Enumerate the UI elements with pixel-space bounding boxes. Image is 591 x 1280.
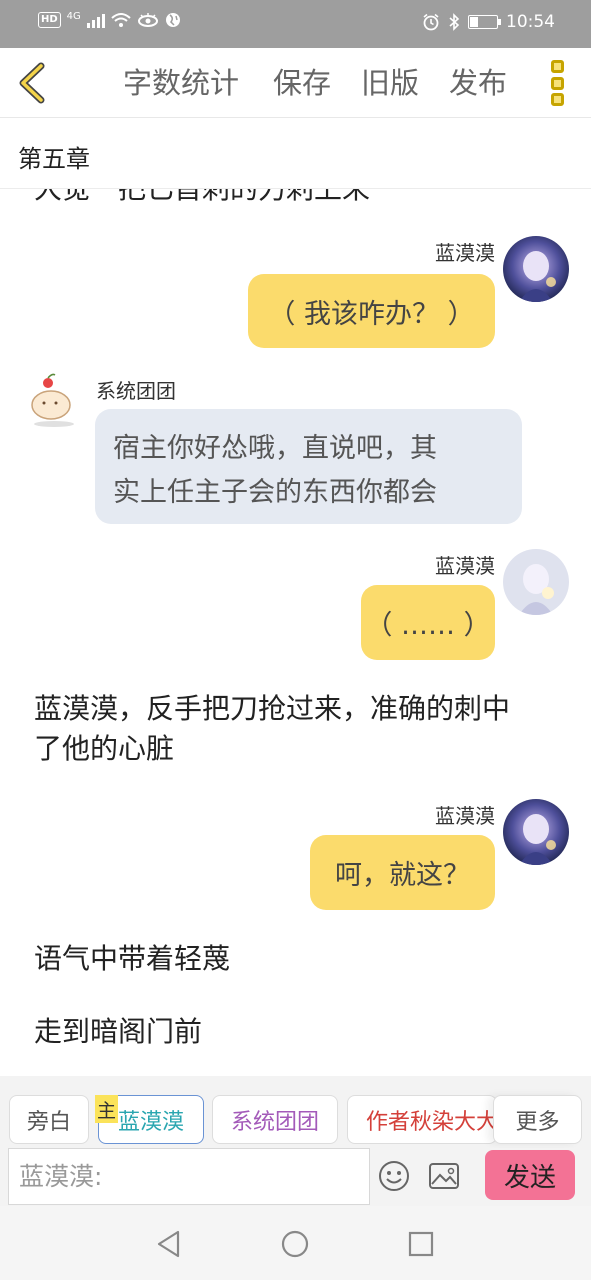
publish-button[interactable]: 发布	[449, 64, 507, 102]
nav-home-icon[interactable]	[281, 1230, 309, 1258]
old-version-button[interactable]: 旧版	[361, 64, 419, 102]
message-bubble[interactable]: （ …… ）	[361, 585, 495, 660]
save-button[interactable]: 保存	[273, 64, 331, 102]
sender-name: 蓝漠漠	[435, 554, 495, 578]
globe-icon	[165, 13, 180, 27]
eye-icon	[137, 13, 158, 27]
role-narrator-button[interactable]: 旁白	[9, 1095, 89, 1144]
chapter-title[interactable]: 第五章	[18, 139, 90, 174]
sender-name: 蓝漠漠	[435, 241, 495, 265]
back-chevron-icon[interactable]	[14, 60, 50, 106]
avatar-lan-faded[interactable]	[503, 549, 569, 615]
editor-toolbar: 字数统计 保存 旧版 发布	[0, 48, 591, 118]
wifi-icon	[111, 13, 131, 27]
chapter-header: 第五章	[0, 119, 591, 189]
nav-back-icon[interactable]	[156, 1230, 182, 1258]
avatar-lan[interactable]	[503, 236, 569, 302]
sender-name: 系统团团	[96, 379, 176, 403]
narration-line: 走到暗阁门前	[34, 1015, 203, 1048]
alarm-icon	[423, 13, 439, 31]
role-selector: 旁白 蓝漠漠 系统团团 作者秋染大大 更多	[0, 1076, 591, 1148]
more-roles-button[interactable]: 更多	[493, 1095, 582, 1144]
send-button[interactable]: 发送	[485, 1150, 575, 1200]
narration-block[interactable]: 蓝漠漠，反手把刀抢过来，准确的刺中 了他的心脏	[34, 689, 510, 769]
image-icon[interactable]	[428, 1162, 460, 1190]
word-count-button[interactable]: 字数统计	[123, 64, 239, 102]
story-content[interactable]: 大觉一把匕首刺的力刺上来 蓝漠漠 （ 我该咋办？ ） 系统团团 宿主你好怂哦，直…	[0, 189, 591, 1075]
message-bubble[interactable]: 呵，就这？	[310, 835, 495, 910]
narration-block[interactable]: 语气中带着轻蔑	[34, 939, 230, 979]
network-type-label: 4G	[66, 10, 81, 22]
signal-icon	[86, 12, 105, 28]
main-character-badge: 主	[95, 1095, 118, 1123]
more-menu-icon[interactable]	[551, 60, 567, 106]
hd-icon: HD	[38, 12, 61, 28]
message-bubble[interactable]: （ 我该咋办？ ）	[248, 274, 495, 348]
emoji-icon[interactable]	[378, 1160, 410, 1192]
partial-narration-line: 大觉一把匕首刺的力刺上来	[34, 189, 370, 207]
status-bar: HD 4G 10:54	[0, 0, 591, 48]
message-line: 宿主你好怂哦，直说吧，其	[113, 433, 437, 464]
narration-line: 蓝漠漠，反手把刀抢过来，准确的刺中	[34, 692, 511, 725]
message-bubble[interactable]: 宿主你好怂哦，直说吧，其 实上任主子会的东西你都会	[95, 409, 522, 524]
sender-name: 蓝漠漠	[435, 804, 495, 828]
status-left: HD 4G	[38, 10, 181, 28]
nav-recent-apps-icon[interactable]	[408, 1231, 434, 1257]
clock-time: 10:54	[506, 12, 555, 32]
input-bar: 发送	[0, 1148, 591, 1206]
status-right: 10:54	[422, 12, 555, 32]
bluetooth-icon	[449, 13, 460, 31]
narration-line: 了他的心脏	[34, 732, 175, 765]
avatar-system[interactable]	[24, 369, 78, 433]
avatar-lan[interactable]	[503, 799, 569, 865]
narration-line: 语气中带着轻蔑	[34, 942, 231, 975]
message-input[interactable]	[8, 1148, 370, 1205]
message-line: 实上任主子会的东西你都会	[113, 477, 437, 508]
system-navigation-bar	[0, 1206, 591, 1280]
role-author-button[interactable]: 作者秋染大大	[347, 1095, 497, 1144]
narration-block[interactable]: 走到暗阁门前	[34, 1012, 202, 1052]
battery-icon	[468, 15, 501, 29]
role-system-button[interactable]: 系统团团	[212, 1095, 338, 1144]
